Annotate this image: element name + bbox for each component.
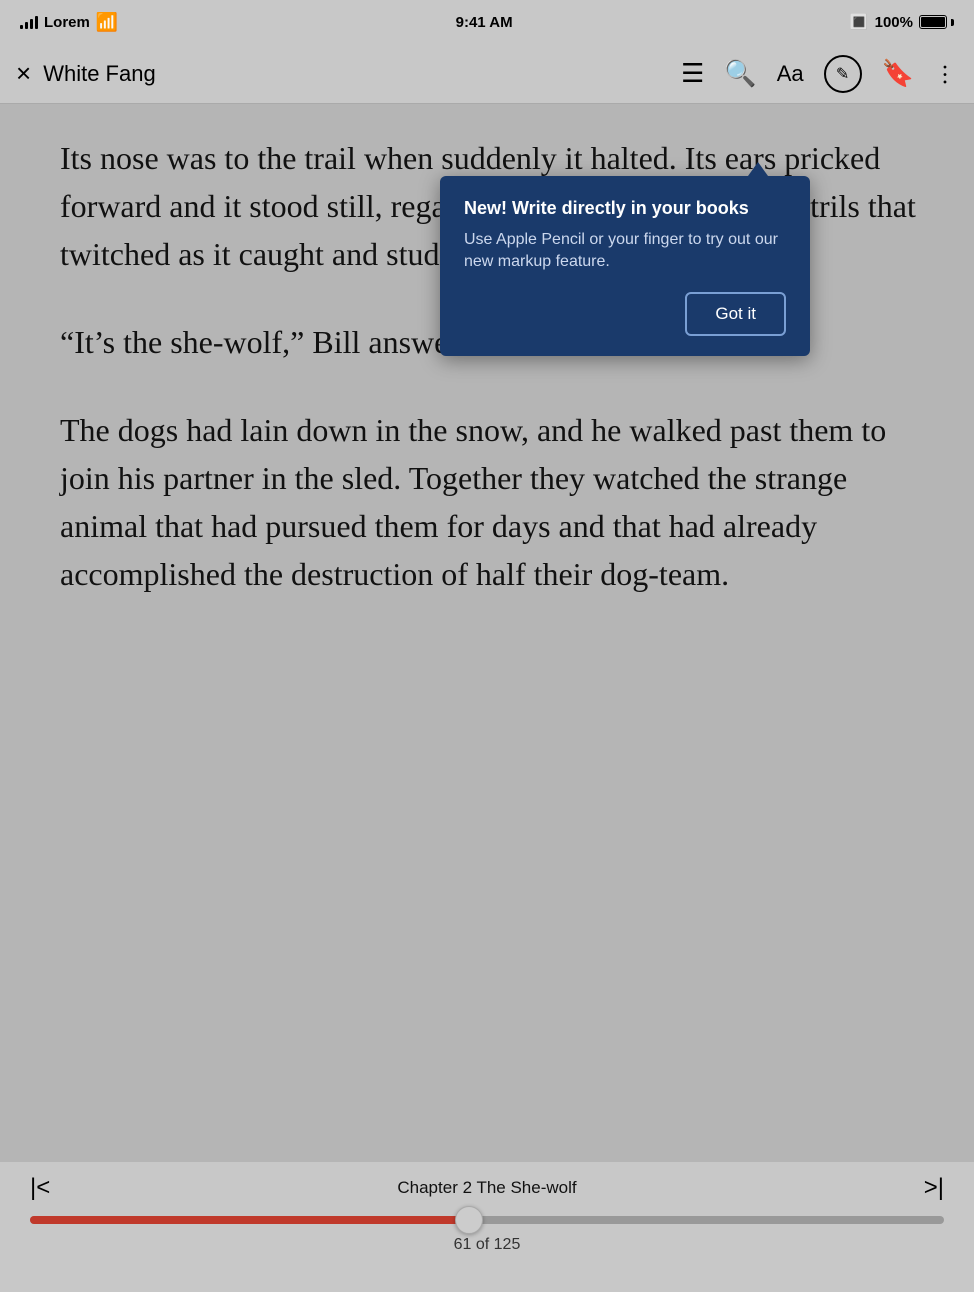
chapter-label: Chapter 2 The She-wolf <box>397 1178 576 1198</box>
font-icon[interactable]: Aa <box>777 61 804 87</box>
nav-right: ☰ 🔍 Aa ✎ 🔖 ︙ <box>681 55 958 93</box>
next-chapter-button[interactable]: >| <box>924 1174 944 1202</box>
more-icon[interactable]: ︙ <box>934 58 958 90</box>
tooltip-actions: Got it <box>464 292 786 336</box>
progress-fill <box>30 1216 469 1224</box>
tooltip-body: Use Apple Pencil or your finger to try o… <box>464 229 786 274</box>
nav-bar: × White Fang ☰ 🔍 Aa ✎ 🔖 ︙ <box>0 44 974 104</box>
nav-left: × White Fang <box>16 58 681 89</box>
reading-area: Its nose was to the trail when suddenly … <box>0 104 974 1162</box>
status-left: Lorem 📶 <box>20 12 118 33</box>
battery-icon <box>919 15 954 29</box>
search-icon[interactable]: 🔍 <box>724 58 756 89</box>
paragraph-3: The dogs had lain down in the snow, and … <box>60 406 924 598</box>
pencil-button[interactable]: ✎ <box>824 55 862 93</box>
progress-bar[interactable] <box>30 1216 944 1224</box>
close-button[interactable]: × <box>16 58 31 89</box>
progress-thumb[interactable] <box>455 1206 483 1234</box>
toc-icon[interactable]: ☰ <box>681 58 704 89</box>
chapter-nav: |< Chapter 2 The She-wolf >| <box>30 1174 944 1202</box>
carrier-label: Lorem <box>44 14 90 31</box>
bluetooth-icon: 🔳 <box>850 13 869 31</box>
battery-percent-label: 100% <box>875 14 913 31</box>
status-right: 🔳 100% <box>850 13 954 31</box>
book-title: White Fang <box>43 61 156 87</box>
prev-chapter-button[interactable]: |< <box>30 1174 50 1202</box>
bottom-bar: |< Chapter 2 The She-wolf >| 61 of 125 <box>0 1162 974 1292</box>
bookmark-icon[interactable]: 🔖 <box>882 58 914 89</box>
status-bar: Lorem 📶 9:41 AM 🔳 100% <box>0 0 974 44</box>
tooltip-popup: New! Write directly in your books Use Ap… <box>440 176 810 356</box>
got-it-button[interactable]: Got it <box>685 292 786 336</box>
page-info: 61 of 125 <box>454 1236 521 1254</box>
signal-icon <box>20 15 38 29</box>
pencil-icon: ✎ <box>836 64 849 84</box>
wifi-icon: 📶 <box>96 12 118 33</box>
status-time: 9:41 AM <box>456 14 513 31</box>
tooltip-title: New! Write directly in your books <box>464 198 786 219</box>
